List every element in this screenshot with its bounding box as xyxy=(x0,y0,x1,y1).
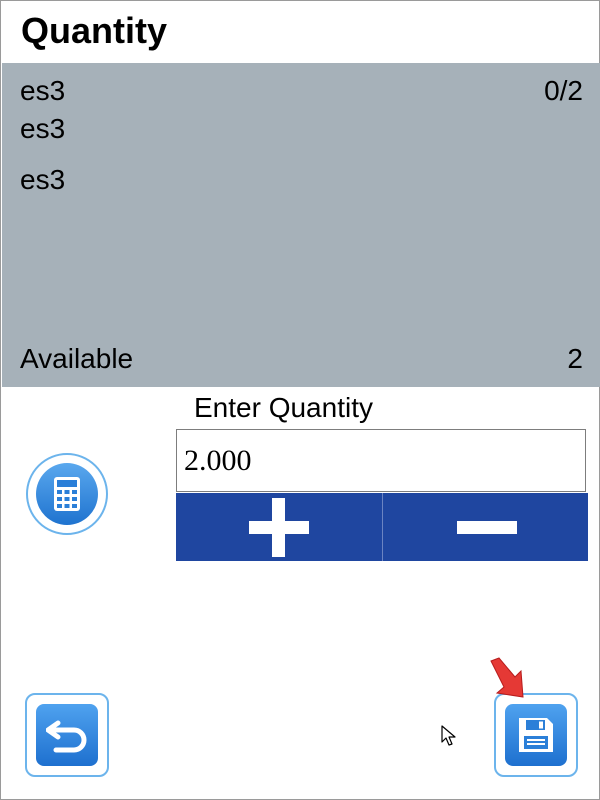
enter-quantity-label: Enter Quantity xyxy=(194,392,373,423)
page-title: Quantity xyxy=(21,10,168,51)
item-line-3: es3 xyxy=(20,164,66,195)
highlight-arrow-icon xyxy=(490,657,524,698)
quantity-dialog: Quantity es3 0/2 es3 es3 Available 2 Ent… xyxy=(0,0,600,800)
increment-button[interactable] xyxy=(176,493,382,561)
item-line-1: es3 xyxy=(20,75,66,106)
item-line-2: es3 xyxy=(20,113,66,144)
calculator-button[interactable] xyxy=(26,453,108,535)
decrement-button[interactable] xyxy=(382,493,588,561)
minus-icon xyxy=(457,521,517,534)
available-label: Available xyxy=(20,343,134,374)
mouse-cursor-icon xyxy=(441,725,456,746)
available-value: 2 xyxy=(567,343,583,374)
floppy-disk-icon xyxy=(519,718,553,752)
quantity-input[interactable] xyxy=(176,429,586,492)
undo-arrow-icon xyxy=(46,720,87,753)
quantity-stepper xyxy=(176,493,588,561)
plus-icon xyxy=(249,498,309,557)
calculator-icon xyxy=(54,477,80,511)
item-count: 0/2 xyxy=(544,75,583,106)
save-button[interactable] xyxy=(494,693,578,777)
back-button[interactable] xyxy=(25,693,109,777)
item-info-panel: es3 0/2 es3 es3 Available 2 xyxy=(2,63,600,387)
